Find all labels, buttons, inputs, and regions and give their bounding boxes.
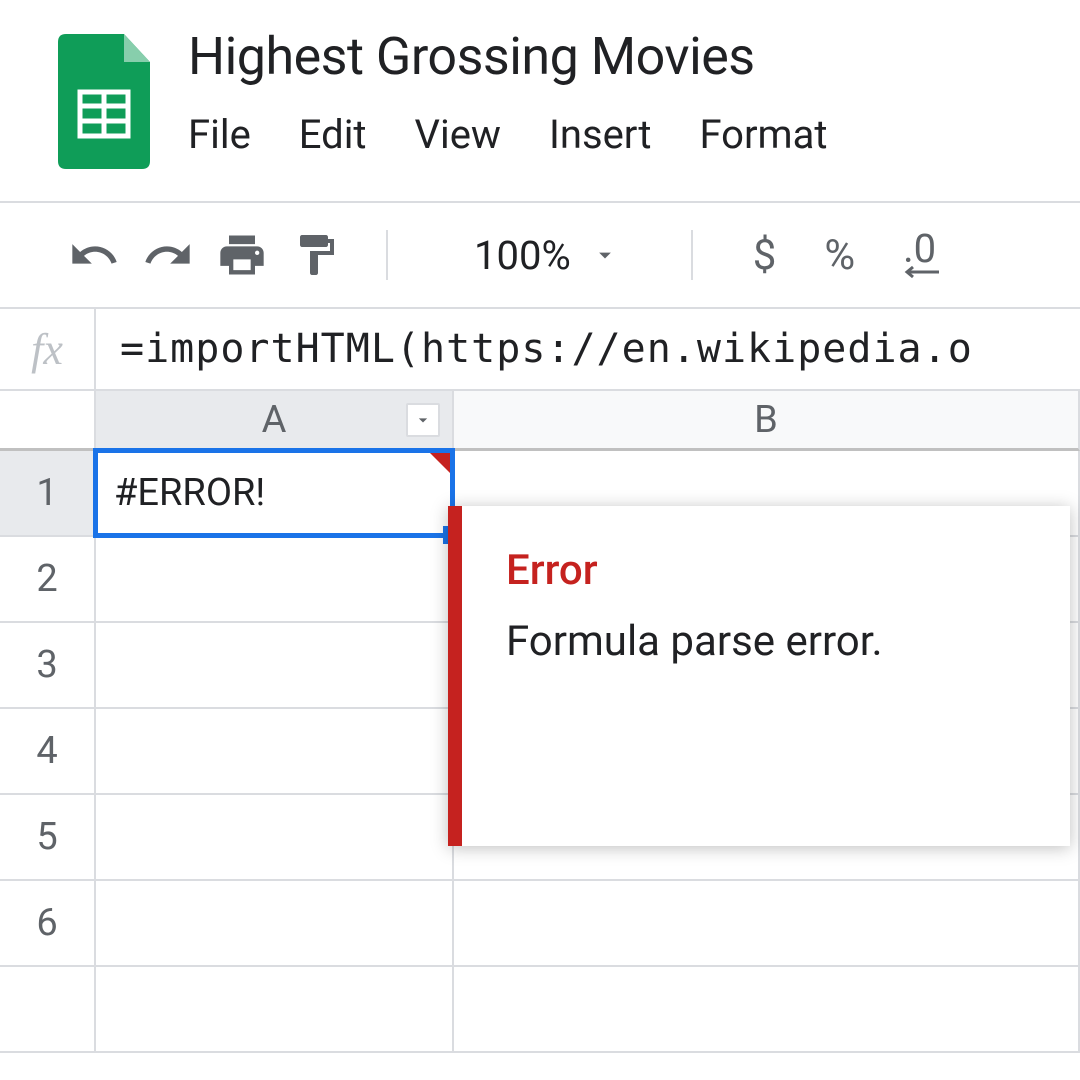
document-title[interactable]: Highest Grossing Movies — [188, 26, 1060, 87]
cell-a3[interactable] — [96, 623, 454, 709]
column-dropdown-button[interactable] — [406, 403, 440, 437]
paint-format-button[interactable] — [288, 227, 344, 283]
error-indicator-icon — [428, 451, 452, 475]
grid-row: 6 — [0, 881, 1080, 967]
undo-button[interactable] — [66, 227, 122, 283]
error-tooltip-message: Formula parse error. — [506, 617, 1026, 666]
cell-a5[interactable] — [96, 795, 454, 881]
row-header-4[interactable]: 4 — [0, 709, 96, 795]
redo-button[interactable] — [140, 227, 196, 283]
percent-format-button[interactable]: % — [806, 231, 873, 280]
cell-b6[interactable] — [454, 881, 1080, 967]
menu-format[interactable]: Format — [699, 111, 827, 158]
currency-format-button[interactable]: $ — [735, 231, 795, 280]
menu-insert[interactable]: Insert — [549, 111, 651, 158]
row-header-3[interactable]: 3 — [0, 623, 96, 709]
zoom-value: 100% — [474, 232, 571, 279]
row-header-6[interactable]: 6 — [0, 881, 96, 967]
row-header-1[interactable]: 1 — [0, 451, 96, 537]
toolbar: 100% $ % .0 — [0, 203, 1080, 307]
decrease-decimal-button[interactable]: .0 — [885, 231, 959, 279]
formula-bar: fx =importHTML(https://en.wikipedia.o — [0, 307, 1080, 391]
header: Highest Grossing Movies File Edit View I… — [0, 0, 1080, 169]
formula-input[interactable]: =importHTML(https://en.wikipedia.o — [96, 326, 1080, 372]
column-headers: A B — [0, 391, 1080, 451]
column-header-b[interactable]: B — [454, 391, 1080, 451]
row-header-5[interactable]: 5 — [0, 795, 96, 881]
cell-a2[interactable] — [96, 537, 454, 623]
toolbar-divider — [386, 230, 388, 280]
menu-edit[interactable]: Edit — [299, 111, 367, 158]
menu-bar: File Edit View Insert Format — [188, 111, 1060, 158]
error-tooltip-title: Error — [506, 546, 1026, 595]
chevron-down-icon — [413, 410, 433, 430]
chevron-down-icon — [591, 241, 619, 269]
cell-a7[interactable] — [96, 967, 454, 1053]
cell-a1[interactable]: #ERROR! — [96, 451, 454, 537]
cell-a4[interactable] — [96, 709, 454, 795]
menu-view[interactable]: View — [415, 111, 501, 158]
sheets-logo-icon — [58, 34, 158, 169]
error-tooltip: Error Formula parse error. — [448, 506, 1070, 846]
grid-row — [0, 967, 1080, 1053]
arrow-left-icon — [903, 265, 941, 279]
select-all-corner[interactable] — [0, 391, 96, 451]
column-header-a[interactable]: A — [96, 391, 454, 451]
row-header-2[interactable]: 2 — [0, 537, 96, 623]
menu-file[interactable]: File — [188, 111, 251, 158]
cell-a6[interactable] — [96, 881, 454, 967]
print-button[interactable] — [214, 227, 270, 283]
zoom-dropdown[interactable]: 100% — [474, 232, 619, 279]
fx-label: fx — [0, 309, 96, 389]
cell-b7[interactable] — [454, 967, 1080, 1053]
row-header-7[interactable] — [0, 967, 96, 1053]
toolbar-divider — [691, 230, 693, 280]
